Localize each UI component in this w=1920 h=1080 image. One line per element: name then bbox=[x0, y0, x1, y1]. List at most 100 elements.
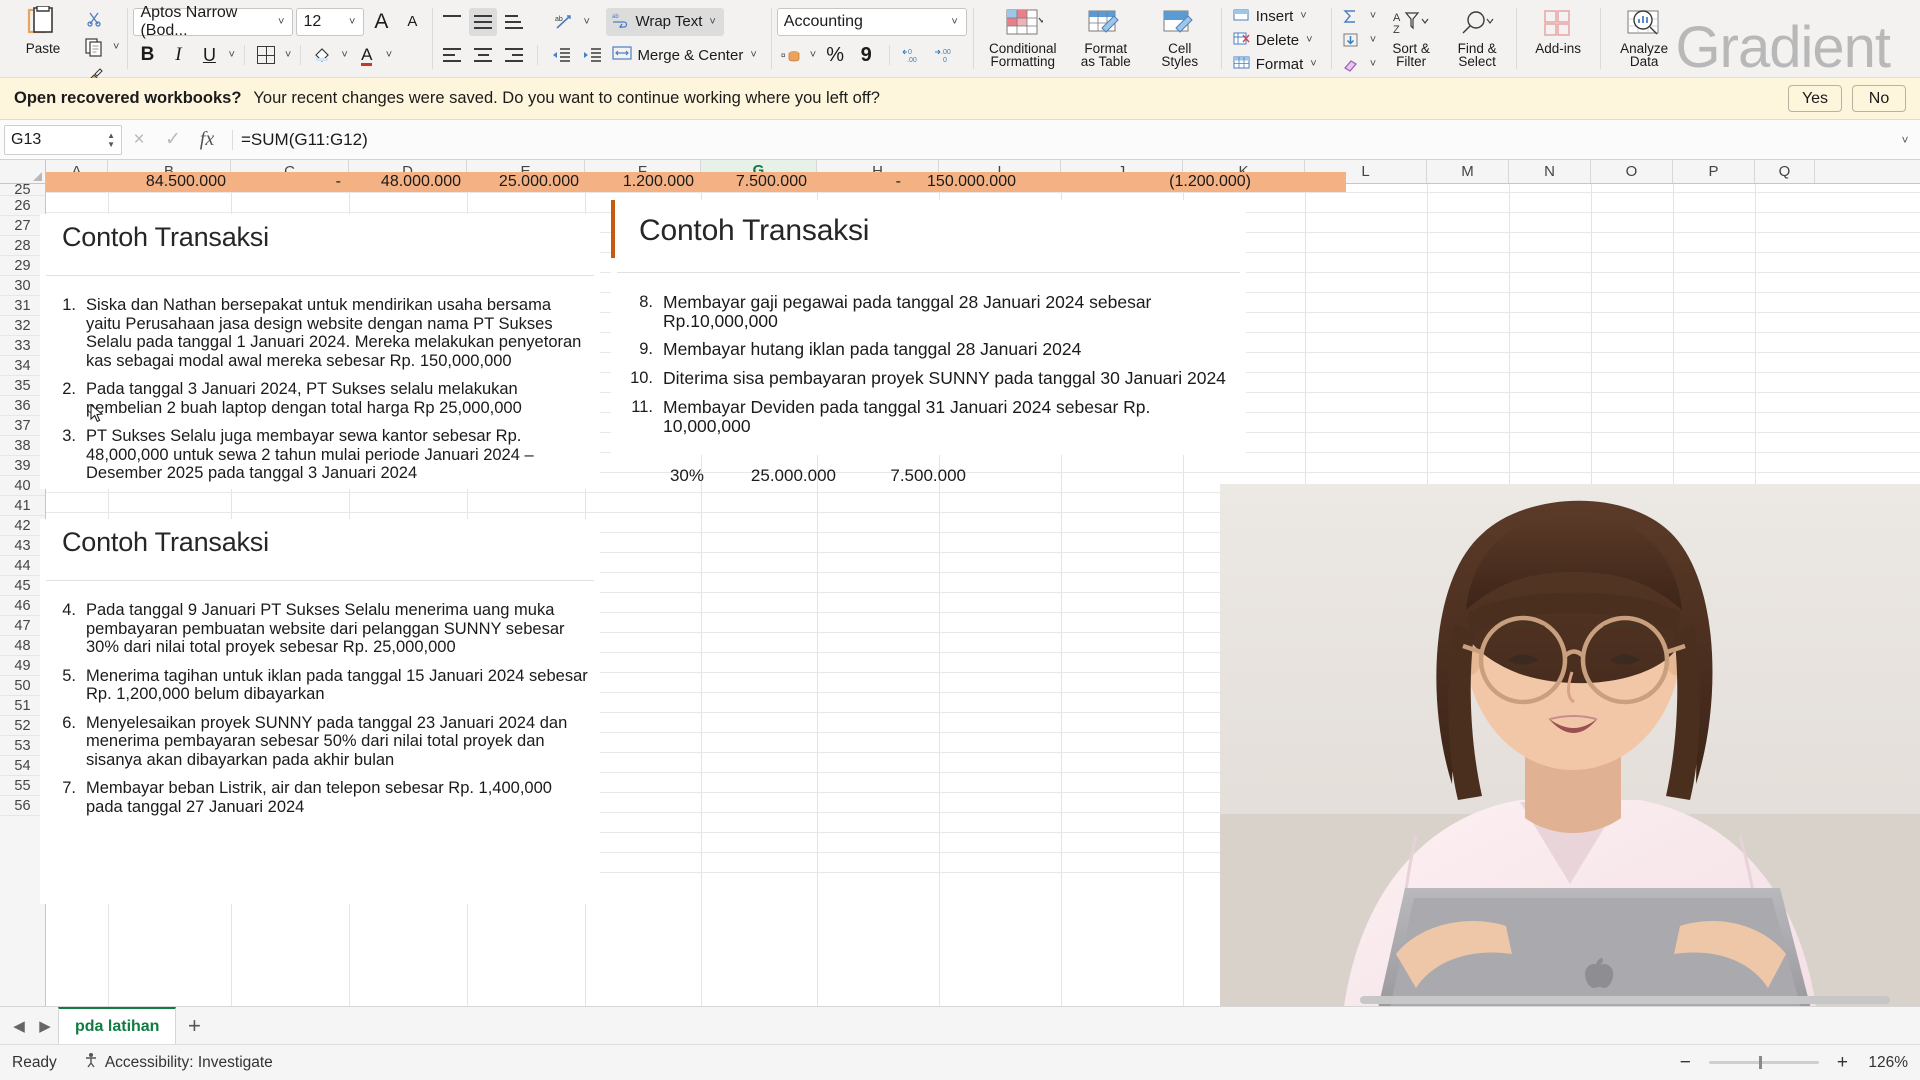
column-header-M[interactable]: M bbox=[1427, 160, 1509, 183]
bold-button[interactable]: B bbox=[133, 41, 161, 69]
add-sheet-button[interactable]: + bbox=[176, 1013, 212, 1039]
row-header-27[interactable]: 27 bbox=[0, 216, 45, 236]
recovery-yes-button[interactable]: Yes bbox=[1788, 85, 1842, 112]
align-middle-icon[interactable] bbox=[469, 7, 498, 36]
decrease-decimal-icon[interactable]: .00 0 bbox=[930, 41, 958, 69]
zoom-level-label[interactable]: 126% bbox=[1854, 1054, 1908, 1072]
decrease-indent-icon[interactable] bbox=[547, 41, 575, 69]
row-header-38[interactable]: 38 bbox=[0, 436, 45, 456]
conditional-formatting-button[interactable]: Conditional Formatting bbox=[979, 2, 1067, 75]
row-header-44[interactable]: 44 bbox=[0, 556, 45, 576]
row-header-33[interactable]: 33 bbox=[0, 336, 45, 356]
orientation-icon[interactable]: ab bbox=[550, 8, 578, 36]
orientation-dropdown-caret[interactable]: ˅ bbox=[581, 16, 591, 28]
increase-font-size-button[interactable]: A bbox=[367, 8, 395, 36]
fill-dropdown-caret[interactable]: ˅ bbox=[1368, 34, 1378, 46]
align-center-icon[interactable] bbox=[469, 41, 497, 69]
column-header-Q[interactable]: Q bbox=[1755, 160, 1815, 183]
accounting-dropdown-caret[interactable]: ˅ bbox=[808, 49, 818, 61]
fill-color-icon[interactable] bbox=[308, 41, 336, 69]
row-header-37[interactable]: 37 bbox=[0, 416, 45, 436]
column-header-P[interactable]: P bbox=[1673, 160, 1755, 183]
row-header-41[interactable]: 41 bbox=[0, 496, 45, 516]
find-select-button[interactable]: Find & Select bbox=[1444, 2, 1510, 75]
cell-styles-button[interactable]: Cell Styles bbox=[1145, 2, 1215, 75]
underline-dropdown-caret[interactable]: ˅ bbox=[226, 49, 236, 61]
percent-style-button[interactable]: % bbox=[821, 41, 849, 69]
decrease-font-size-button[interactable]: A bbox=[398, 8, 426, 36]
clear-dropdown-caret[interactable]: ˅ bbox=[1368, 58, 1378, 70]
row-header-52[interactable]: 52 bbox=[0, 716, 45, 736]
wrap-text-button[interactable]: ab Wrap Text ˅ bbox=[606, 7, 724, 36]
textbox-contoh-transaksi-3[interactable]: Contoh Transaksi 8. Membayar gaji pegawa… bbox=[611, 200, 1246, 455]
horizontal-scrollbar[interactable] bbox=[1360, 993, 1920, 1006]
column-header-O[interactable]: O bbox=[1591, 160, 1673, 183]
name-box-spinner[interactable]: ▲ ▼ bbox=[107, 131, 115, 148]
align-bottom-icon[interactable] bbox=[500, 8, 528, 36]
row-header-54[interactable]: 54 bbox=[0, 756, 45, 776]
recovery-no-button[interactable]: No bbox=[1852, 85, 1906, 112]
sheet-tab-pda-latihan[interactable]: pda latihan bbox=[58, 1006, 177, 1045]
clipboard-cut-icon[interactable] bbox=[80, 5, 108, 33]
column-header-N[interactable]: N bbox=[1509, 160, 1591, 183]
formula-input[interactable]: =SUM(G11:G12) bbox=[241, 130, 1890, 150]
row-header-51[interactable]: 51 bbox=[0, 696, 45, 716]
copy-dropdown-caret[interactable]: ˅ bbox=[111, 41, 121, 53]
font-color-icon[interactable]: A bbox=[353, 41, 381, 69]
clear-icon[interactable] bbox=[1337, 50, 1365, 78]
row-header-31[interactable]: 31 bbox=[0, 296, 45, 316]
row-header-30[interactable]: 30 bbox=[0, 276, 45, 296]
row-header-56[interactable]: 56 bbox=[0, 796, 45, 816]
row-header-53[interactable]: 53 bbox=[0, 736, 45, 756]
textbox-contoh-transaksi-2[interactable]: Contoh Transaksi 4. Pada tanggal 9 Janua… bbox=[40, 519, 600, 904]
row-header-32[interactable]: 32 bbox=[0, 316, 45, 336]
prev-sheet-button[interactable]: ◀ bbox=[6, 1017, 32, 1035]
row-header-55[interactable]: 55 bbox=[0, 776, 45, 796]
zoom-out-button[interactable]: − bbox=[1674, 1052, 1697, 1074]
format-cells-button[interactable]: Format ˅ bbox=[1227, 50, 1325, 78]
accounting-format-icon[interactable]: ¤ bbox=[777, 41, 805, 69]
borders-dropdown-caret[interactable]: ˅ bbox=[283, 49, 293, 61]
row-header-28[interactable]: 28 bbox=[0, 236, 45, 256]
sort-filter-button[interactable]: A Z Sort & Filter bbox=[1378, 2, 1444, 75]
zoom-slider[interactable] bbox=[1708, 1056, 1819, 1069]
font-name-select[interactable]: Aptos Narrow (Bod... ˅ bbox=[133, 4, 294, 39]
row-header-39[interactable]: 39 bbox=[0, 456, 45, 476]
row-header-49[interactable]: 49 bbox=[0, 656, 45, 676]
analyze-data-button[interactable]: Analyze Data bbox=[1606, 2, 1682, 75]
addins-button[interactable]: Add-ins bbox=[1522, 2, 1594, 75]
row-header-25[interactable]: 25 bbox=[0, 182, 45, 198]
row-header-43[interactable]: 43 bbox=[0, 536, 45, 556]
select-all-corner[interactable] bbox=[0, 160, 46, 183]
textbox-contoh-transaksi-1[interactable]: Contoh Transaksi 1. Siska dan Nathan ber… bbox=[40, 214, 600, 489]
autosum-dropdown-caret[interactable]: ˅ bbox=[1368, 10, 1378, 22]
formula-confirm-button[interactable]: ✓ bbox=[156, 128, 190, 151]
fill-color-dropdown-caret[interactable]: ˅ bbox=[339, 49, 349, 61]
row-header-45[interactable]: 45 bbox=[0, 576, 45, 596]
merge-center-button[interactable]: Merge & Center ˅ bbox=[606, 41, 764, 69]
increase-indent-icon[interactable] bbox=[578, 41, 606, 69]
row-header-47[interactable]: 47 bbox=[0, 616, 45, 636]
comma-style-button[interactable]: 9 bbox=[852, 41, 880, 69]
row-header-50[interactable]: 50 bbox=[0, 676, 45, 696]
increase-decimal-icon[interactable]: 0.00 bbox=[899, 41, 927, 69]
copy-icon[interactable] bbox=[80, 33, 108, 61]
zoom-in-button[interactable]: + bbox=[1831, 1052, 1854, 1074]
align-top-icon[interactable] bbox=[438, 8, 466, 36]
row-header-46[interactable]: 46 bbox=[0, 596, 45, 616]
row-header-40[interactable]: 40 bbox=[0, 476, 45, 496]
align-left-icon[interactable] bbox=[438, 41, 466, 69]
number-format-select[interactable]: Accounting ˅ bbox=[776, 7, 967, 36]
row-header-36[interactable]: 36 bbox=[0, 396, 45, 416]
align-right-icon[interactable] bbox=[500, 41, 528, 69]
format-as-table-button[interactable]: Format as Table bbox=[1067, 2, 1145, 75]
next-sheet-button[interactable]: ▶ bbox=[32, 1017, 58, 1035]
row-header-29[interactable]: 29 bbox=[0, 256, 45, 276]
name-box[interactable]: G13 ▲ ▼ bbox=[4, 124, 122, 155]
font-size-select[interactable]: 12 ˅ bbox=[296, 7, 365, 36]
formula-cancel-button[interactable]: × bbox=[122, 129, 156, 151]
row-header-35[interactable]: 35 bbox=[0, 376, 45, 396]
borders-icon[interactable] bbox=[252, 41, 280, 69]
row-header-42[interactable]: 42 bbox=[0, 516, 45, 536]
insert-function-button[interactable]: fx bbox=[190, 128, 224, 151]
